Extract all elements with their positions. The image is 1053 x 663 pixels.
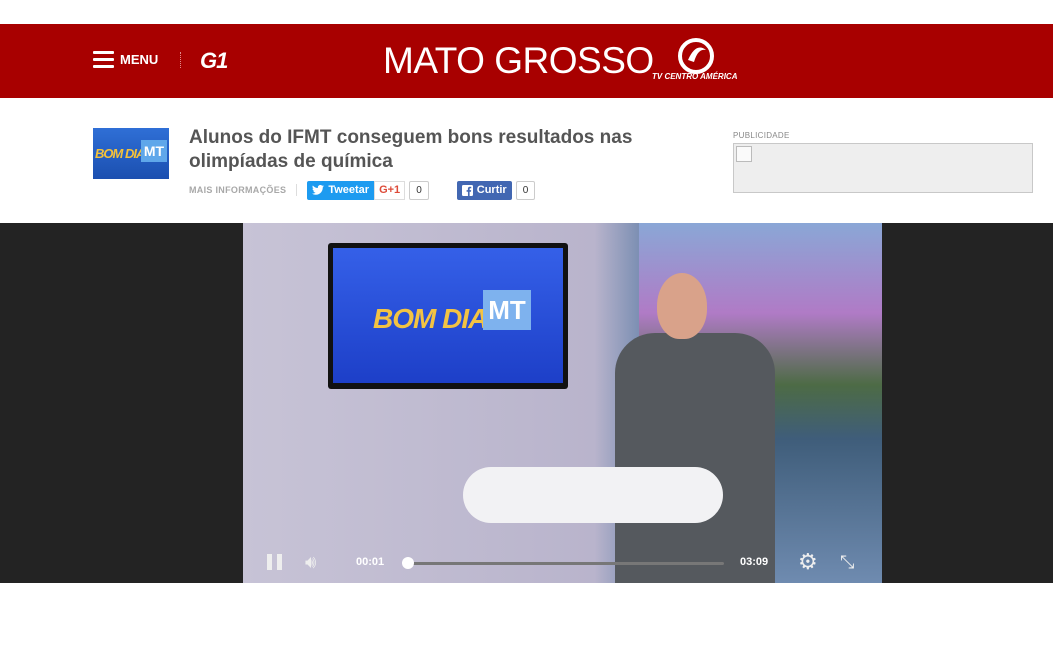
pause-icon[interactable] xyxy=(267,554,283,570)
tv-screen-text-mt: MT xyxy=(483,290,531,330)
volume-icon[interactable]: 🔊︎ xyxy=(305,552,316,572)
meta-divider xyxy=(296,184,298,196)
advertising-label: PUBLICIDADE xyxy=(733,131,790,140)
video-controls: 🔊︎ 00:01 03:09 ⚙ ⤡ xyxy=(243,543,882,583)
progress-track[interactable] xyxy=(406,562,724,565)
facebook-like-button[interactable]: Curtir xyxy=(456,180,512,200)
header-divider xyxy=(180,52,181,68)
g1-logo[interactable]: G1 xyxy=(200,48,228,74)
tv-screen-text-bom-dia: BOM DIA xyxy=(373,303,488,334)
tv-screen-display: BOM DIA MT xyxy=(333,248,563,383)
news-anchor xyxy=(615,271,775,583)
video-player[interactable]: BOM DIA MT xyxy=(243,223,882,583)
gplus-count: 0 xyxy=(409,180,429,200)
tv-centro-america-logo[interactable]: TV CENTRO AMÉRICA xyxy=(650,38,746,84)
studio-desk xyxy=(463,467,723,523)
facebook-icon xyxy=(461,184,473,196)
studio-tv-screen: BOM DIA MT xyxy=(328,243,568,389)
progress-knob[interactable] xyxy=(402,557,414,569)
thumb-text-bom-dia: BOM DIA xyxy=(95,146,145,161)
menu-button[interactable]: MENU xyxy=(93,51,158,68)
twitter-icon xyxy=(312,185,325,195)
tweet-button[interactable]: Tweetar xyxy=(307,180,375,200)
fullscreen-icon[interactable]: ⤡ xyxy=(840,552,854,572)
more-info-link[interactable]: MAIS INFORMAÇÕES xyxy=(189,185,286,195)
region-title[interactable]: MATO GROSSO xyxy=(383,40,654,82)
gplus-button[interactable]: G+1 xyxy=(374,180,406,200)
article-meta: MAIS INFORMAÇÕES Tweetar G+1 0 Curtir 0 xyxy=(189,180,536,200)
tweet-label: Tweetar xyxy=(328,184,370,196)
thumb-text-mt: MT xyxy=(141,140,167,162)
settings-icon[interactable]: ⚙ xyxy=(798,551,818,573)
facebook-count: 0 xyxy=(515,180,536,200)
advertising-slot[interactable] xyxy=(733,143,1033,193)
site-header: MENU G1 MATO GROSSO TV CENTRO AMÉRICA xyxy=(0,24,1053,98)
duration: 03:09 xyxy=(740,556,769,568)
program-thumbnail[interactable]: BOM DIA MT xyxy=(93,128,169,179)
anchor-head xyxy=(657,273,707,339)
affiliate-logo-icon xyxy=(678,38,714,74)
affiliate-name: TV CENTRO AMÉRICA xyxy=(652,72,738,81)
current-time: 00:01 xyxy=(356,556,385,568)
facebook-like-label: Curtir xyxy=(476,184,507,196)
hamburger-icon xyxy=(93,51,114,68)
broken-image-icon xyxy=(736,146,752,162)
menu-label: MENU xyxy=(120,52,159,67)
article-title: Alunos do IFMT conseguem bons resultados… xyxy=(189,127,633,172)
